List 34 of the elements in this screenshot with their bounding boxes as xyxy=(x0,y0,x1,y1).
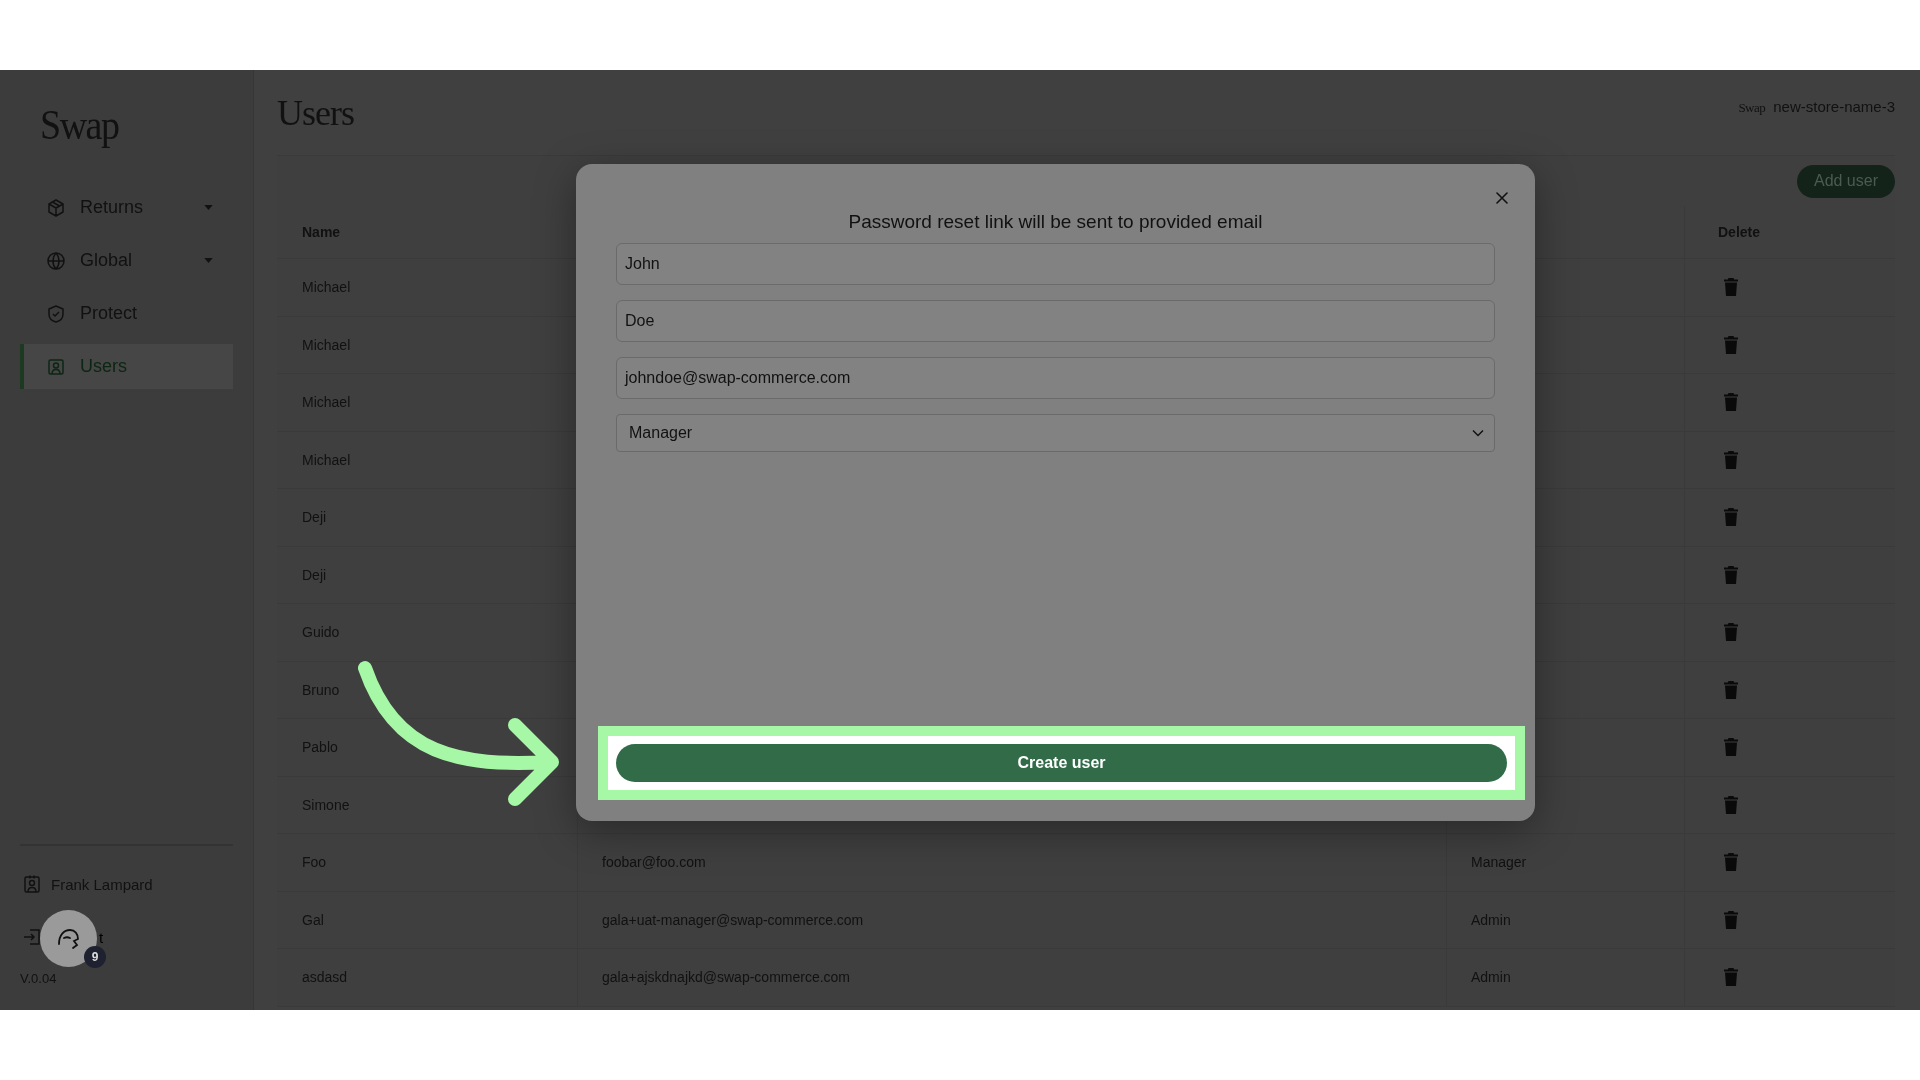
trash-icon[interactable] xyxy=(1724,968,1738,987)
trash-icon[interactable] xyxy=(1724,910,1738,929)
trash-icon[interactable] xyxy=(1724,508,1738,527)
trash-icon[interactable] xyxy=(1724,623,1738,642)
logout-link[interactable]: t xyxy=(99,928,104,946)
caret-icon xyxy=(204,205,213,210)
input-field[interactable]: Doe xyxy=(616,300,1495,342)
create-user-button[interactable]: Create user xyxy=(616,744,1507,782)
chat-button[interactable] xyxy=(40,910,97,967)
globe-icon xyxy=(46,250,66,271)
trash-icon[interactable] xyxy=(1724,335,1738,354)
input-field[interactable]: johndoe@swap-commerce.com xyxy=(616,357,1495,399)
trash-icon[interactable] xyxy=(1724,795,1738,814)
user-icon xyxy=(22,874,42,894)
add-user-button[interactable]: Add user xyxy=(1796,164,1895,198)
caret-icon xyxy=(204,258,213,263)
trash-icon[interactable] xyxy=(1724,680,1738,699)
nav-item[interactable]: Users xyxy=(20,344,233,389)
close-icon[interactable] xyxy=(1496,192,1508,204)
notification-badge: 9 xyxy=(84,946,106,968)
dialog-title: Password reset link will be sent to provided email xyxy=(847,211,1264,233)
trash-icon[interactable] xyxy=(1724,738,1738,757)
trash-icon[interactable] xyxy=(1724,278,1738,297)
trash-icon[interactable] xyxy=(1724,853,1738,872)
box-icon xyxy=(46,197,66,218)
trash-icon[interactable] xyxy=(1724,393,1738,412)
role-dropdown[interactable]: Manager xyxy=(616,414,1495,452)
trash-icon[interactable] xyxy=(1724,450,1738,469)
chevron-icon xyxy=(1472,429,1484,437)
logout-icon[interactable] xyxy=(22,927,42,947)
shield-icon xyxy=(46,303,66,324)
input-field[interactable]: John xyxy=(616,243,1495,285)
trash-icon[interactable] xyxy=(1724,565,1738,584)
user-icon xyxy=(46,356,66,377)
